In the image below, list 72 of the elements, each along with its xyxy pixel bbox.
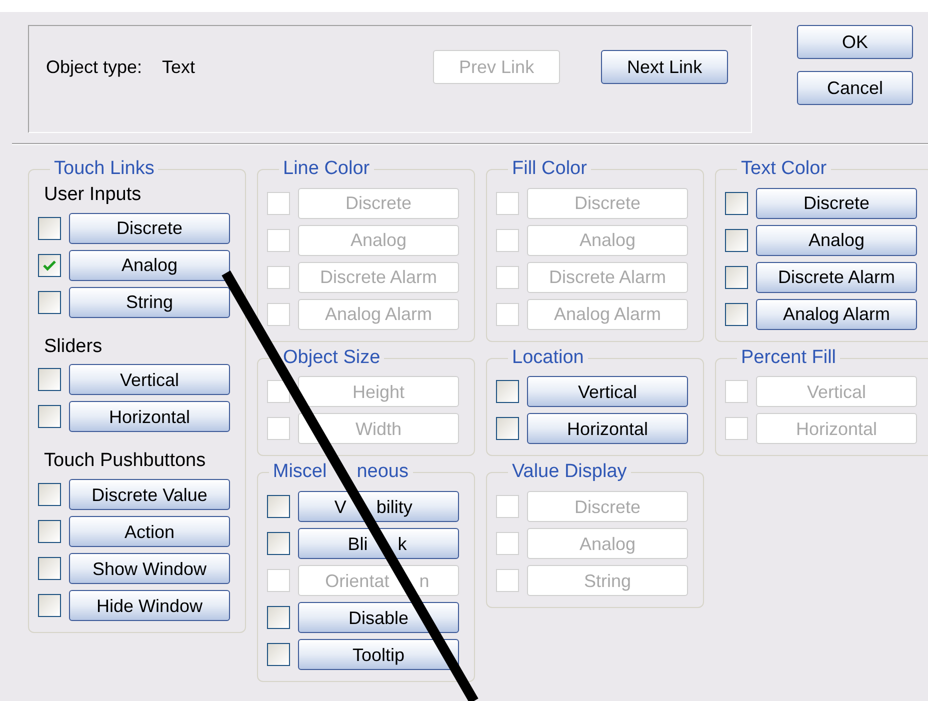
cancel-button[interactable]: Cancel: [797, 71, 913, 105]
checkbox[interactable]: [725, 228, 748, 252]
link-button: Orientat n: [298, 565, 459, 596]
link-button[interactable]: Next Link: [601, 50, 728, 84]
link-button: Discrete: [298, 188, 459, 219]
link-button: Vertical: [756, 376, 917, 408]
group-title: Touch Links: [53, 157, 156, 181]
link-button: Analog Alarm: [298, 298, 459, 330]
link-button[interactable]: Bli k: [298, 528, 459, 560]
object-type-label: Object type:: [46, 56, 142, 79]
object-type-value: Text: [162, 56, 196, 78]
checkbox[interactable]: [38, 405, 61, 428]
link-button: Discrete Alarm: [527, 262, 688, 293]
link-button: Discrete: [527, 491, 688, 522]
link-button: String: [527, 565, 688, 596]
link-button[interactable]: V bility: [298, 491, 459, 522]
checkbox[interactable]: [38, 290, 61, 314]
group-title: Object Size: [282, 346, 382, 370]
check-icon: [43, 260, 56, 271]
link-button[interactable]: Disable: [298, 602, 459, 634]
group-title: Fill Color: [511, 157, 588, 181]
link-button: Analog: [527, 224, 688, 256]
link-button[interactable]: Vertical: [69, 364, 230, 396]
link-button[interactable]: Discrete Value: [69, 479, 230, 510]
section-heading: Sliders: [44, 336, 104, 358]
link-button: Discrete Alarm: [298, 262, 459, 293]
link-button: Analog: [527, 528, 688, 560]
link-button[interactable]: Analog: [756, 224, 917, 256]
checkbox[interactable]: [725, 266, 748, 289]
section-heading: User Inputs: [44, 184, 142, 206]
link-button: Height: [298, 376, 459, 408]
link-button: Analog: [298, 224, 459, 256]
group-title: Text Color: [740, 157, 828, 181]
link-button: Analog Alarm: [527, 298, 688, 330]
checkbox[interactable]: [267, 643, 290, 666]
section-heading: Touch Pushbuttons: [44, 451, 207, 472]
checkbox[interactable]: [38, 483, 61, 506]
group-title: Miscel neous: [272, 460, 410, 484]
link-button[interactable]: Horizontal: [527, 413, 688, 444]
link-button: Horizontal: [756, 413, 917, 444]
checkbox[interactable]: [38, 557, 61, 580]
link-button[interactable]: Horizontal: [69, 401, 230, 432]
checkbox[interactable]: [267, 606, 290, 630]
link-button[interactable]: Vertical: [527, 376, 688, 408]
checkbox[interactable]: [496, 417, 519, 440]
link-button[interactable]: Discrete: [756, 188, 917, 219]
link-button: Width: [298, 413, 459, 444]
checkbox[interactable]: [267, 495, 290, 518]
checkbox[interactable]: [496, 380, 519, 404]
link-button[interactable]: Discrete: [69, 212, 230, 244]
link-button[interactable]: Tooltip: [298, 639, 459, 670]
checkbox[interactable]: [725, 192, 748, 215]
group-title: Line Color: [282, 157, 371, 181]
checkbox[interactable]: [38, 520, 61, 544]
link-button[interactable]: Analog: [69, 250, 230, 281]
link-button[interactable]: Analog Alarm: [756, 298, 917, 330]
link-button[interactable]: Show Window: [69, 553, 230, 584]
link-button[interactable]: Action: [69, 516, 230, 548]
checkbox[interactable]: [725, 302, 748, 326]
link-button: Discrete: [527, 188, 688, 219]
link-button[interactable]: Hide Window: [69, 590, 230, 622]
group-title: Percent Fill: [740, 346, 838, 370]
checkbox[interactable]: [38, 254, 61, 277]
group-title: Location: [511, 346, 585, 370]
checkbox[interactable]: [38, 368, 61, 392]
checkbox[interactable]: [267, 532, 290, 556]
link-button[interactable]: Discrete Alarm: [756, 262, 917, 293]
link-button[interactable]: String: [69, 286, 230, 318]
group-title: Value Display: [511, 460, 628, 484]
ok-button[interactable]: OK: [797, 25, 913, 59]
checkbox[interactable]: [38, 216, 61, 240]
checkbox[interactable]: [38, 594, 61, 618]
